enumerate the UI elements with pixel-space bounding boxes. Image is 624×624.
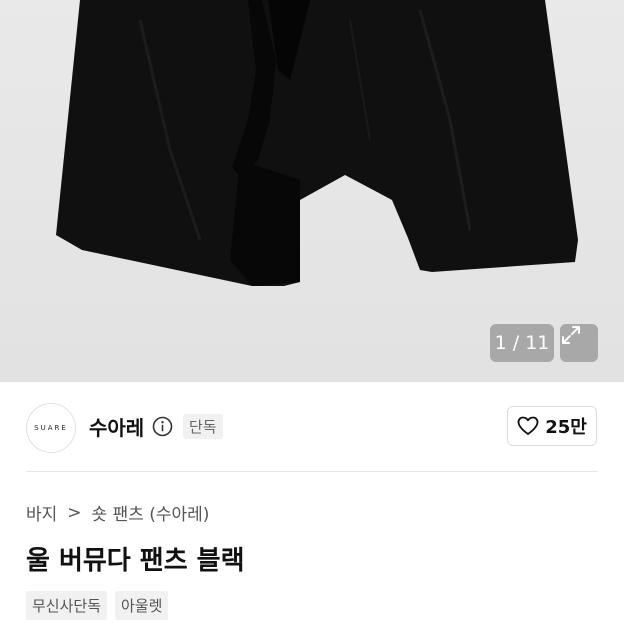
info-icon[interactable] xyxy=(152,416,173,437)
breadcrumb: 바지 > 숏 팬츠 (수아레) xyxy=(26,500,210,526)
image-counter: 1 / 11 xyxy=(490,324,554,362)
brand-logo-text: SUARE xyxy=(34,424,68,432)
breadcrumb-item-category[interactable]: 바지 xyxy=(26,500,57,525)
brand-name[interactable]: 수아레 xyxy=(89,412,144,441)
expand-icon xyxy=(562,326,580,344)
tag-exclusive: 무신사단독 xyxy=(26,591,108,620)
exclusive-badge: 단독 xyxy=(183,414,223,439)
brand-logo[interactable]: SUARE xyxy=(26,403,76,453)
product-title: 울 버뮤다 팬츠 블랙 xyxy=(26,546,245,576)
breadcrumb-separator: > xyxy=(67,502,82,523)
heart-icon xyxy=(517,416,539,435)
like-count: 25만 xyxy=(545,417,587,438)
product-image-gallery[interactable]: 1 / 11 xyxy=(0,0,624,382)
divider xyxy=(26,471,598,472)
expand-button[interactable] xyxy=(560,324,598,362)
product-tags: 무신사단독 아울렛 xyxy=(26,591,169,620)
tag-outlet: 아울렛 xyxy=(115,591,169,620)
brand-row: SUARE 수아레 단독 25만 xyxy=(0,382,624,472)
like-button[interactable]: 25만 xyxy=(507,406,597,446)
breadcrumb-item-subcategory[interactable]: 숏 팬츠 (수아레) xyxy=(92,500,210,525)
